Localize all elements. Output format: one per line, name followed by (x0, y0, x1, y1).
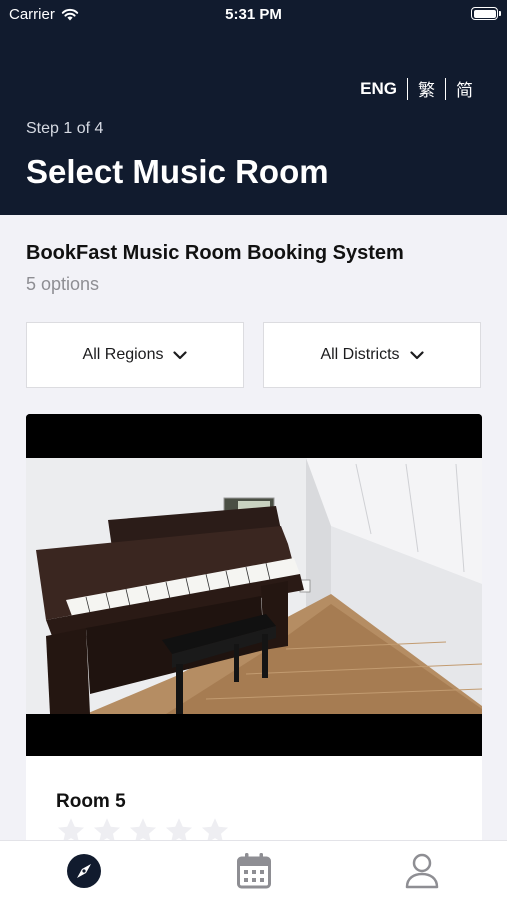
room-photo (26, 414, 482, 756)
tab-explore[interactable] (64, 851, 104, 891)
chevron-down-icon (173, 350, 188, 359)
status-time: 5:31 PM (225, 6, 282, 23)
lang-eng-button[interactable]: ENG (350, 79, 407, 99)
region-filter-label: All Regions (82, 346, 164, 363)
room-name: Room 5 (56, 791, 126, 812)
region-filter-dropdown[interactable]: All Regions (26, 322, 244, 388)
district-filter-label: All Districts (320, 346, 400, 363)
page-title: Select Music Room (26, 153, 329, 190)
options-count: 5 options (26, 274, 100, 294)
chevron-down-icon (409, 350, 424, 359)
lang-simplified-chinese-button[interactable]: 简 (446, 76, 473, 101)
tab-bar (0, 840, 507, 900)
tab-profile[interactable] (402, 851, 442, 891)
system-name: BookFast Music Room Booking System (26, 242, 404, 264)
person-icon (405, 853, 439, 889)
header: Carrier 5:31 PM ENG 繁 简 Step 1 of 4 Sele… (0, 0, 507, 215)
calendar-icon (237, 853, 271, 889)
step-indicator: Step 1 of 4 (26, 120, 104, 137)
lang-traditional-chinese-button[interactable]: 繁 (408, 76, 445, 101)
status-bar: Carrier 5:31 PM (0, 0, 507, 30)
room-card[interactable]: Room 5 (26, 414, 482, 854)
battery-icon (471, 7, 501, 20)
language-switcher: ENG 繁 简 (350, 76, 473, 101)
district-filter-dropdown[interactable]: All Districts (263, 322, 481, 388)
tab-bookings[interactable] (234, 851, 274, 891)
compass-icon (67, 854, 101, 888)
